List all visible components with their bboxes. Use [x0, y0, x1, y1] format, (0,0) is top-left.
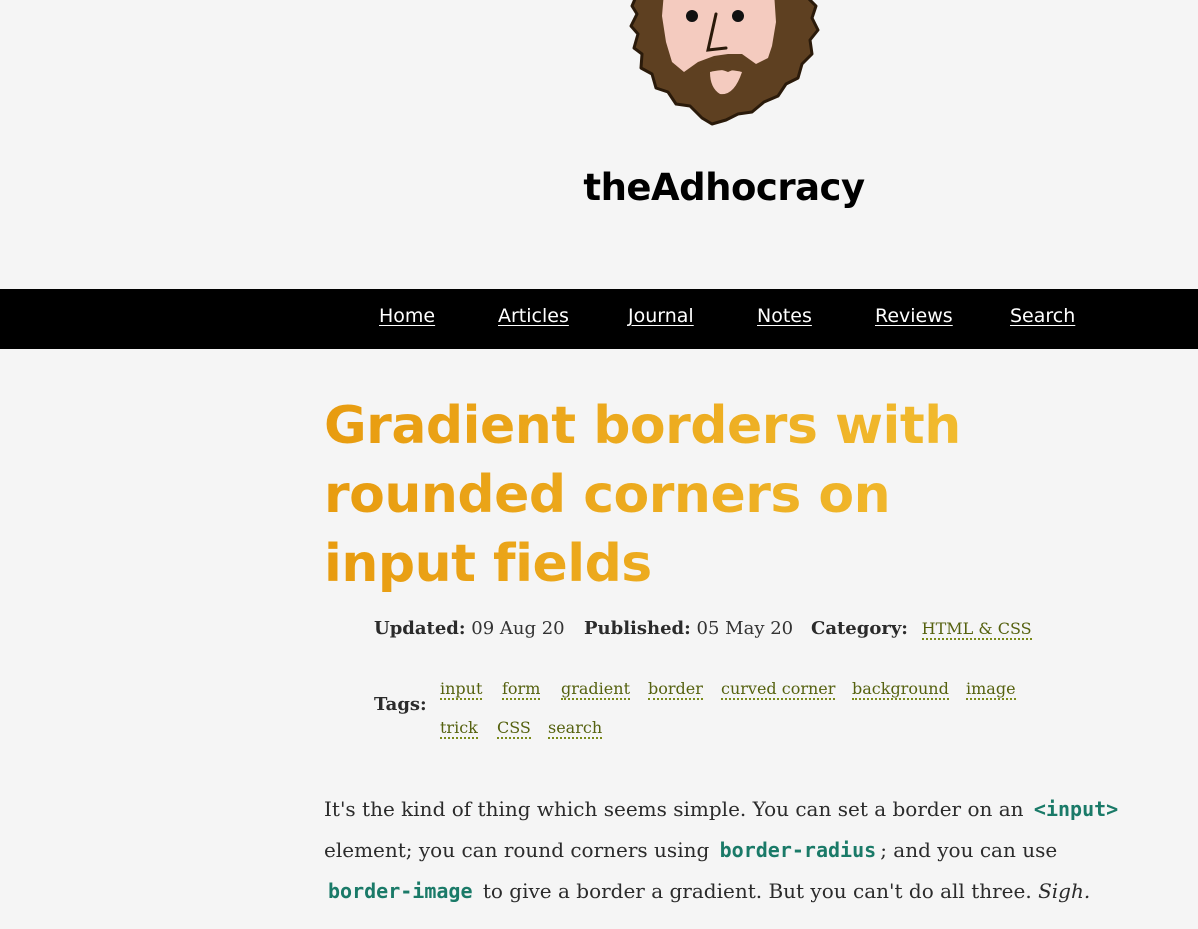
category-meta: Category: HTML & CSS	[811, 618, 1032, 640]
updated-meta: Updated: 09 Aug 20	[374, 618, 565, 639]
tag-link[interactable]: trick	[440, 718, 478, 739]
intro-text: to give a border a gradient. But you can…	[476, 879, 1039, 903]
site-title[interactable]: theAdhocracy	[0, 166, 1198, 209]
avatar[interactable]	[628, 0, 820, 128]
nav-notes-link[interactable]: Notes	[757, 305, 812, 327]
category-link[interactable]: HTML & CSS	[921, 619, 1032, 640]
tag-link[interactable]: background	[852, 679, 949, 700]
nav-journal-link[interactable]: Journal	[628, 305, 694, 327]
updated-date: 09 Aug 20	[471, 618, 565, 639]
tag-link[interactable]: form	[502, 679, 541, 700]
intro-text: ; and you can use	[880, 838, 1058, 862]
tag-link[interactable]: curved corner	[721, 679, 836, 700]
tag-link[interactable]: CSS	[497, 718, 531, 739]
updated-label: Updated:	[374, 618, 466, 639]
inline-code: <input>	[1033, 797, 1119, 821]
tag-link[interactable]: gradient	[561, 679, 630, 700]
tag-link[interactable]: search	[548, 718, 603, 739]
nav-reviews-link[interactable]: Reviews	[875, 305, 953, 327]
published-date: 05 May 20	[696, 618, 794, 639]
nav-search-link[interactable]: Search	[1010, 305, 1075, 327]
intro-text: element; you can round corners using	[324, 838, 716, 862]
published-meta: Published: 05 May 20	[584, 618, 793, 639]
right-eye	[732, 10, 744, 22]
tags-label: Tags:	[374, 694, 427, 715]
post-title: Gradient borders with rounded corners on…	[324, 392, 1024, 599]
tag-link[interactable]: input	[440, 679, 483, 700]
inline-code: border-image	[328, 879, 473, 903]
nav-home-link[interactable]: Home	[379, 305, 435, 327]
category-label: Category:	[811, 618, 908, 639]
tag-link[interactable]: image	[966, 679, 1016, 700]
nav-articles-link[interactable]: Articles	[498, 305, 569, 327]
intro-text: It's the kind of thing which seems simpl…	[324, 797, 1030, 821]
intro-paragraph: It's the kind of thing which seems simpl…	[324, 789, 1124, 912]
tag-link[interactable]: border	[648, 679, 703, 700]
inline-code: border-radius	[719, 838, 877, 862]
published-label: Published:	[584, 618, 691, 639]
intro-emphasis: Sigh.	[1038, 879, 1091, 903]
main-nav: Home Articles Journal Notes Reviews Sear…	[0, 289, 1198, 349]
left-eye	[686, 10, 698, 22]
